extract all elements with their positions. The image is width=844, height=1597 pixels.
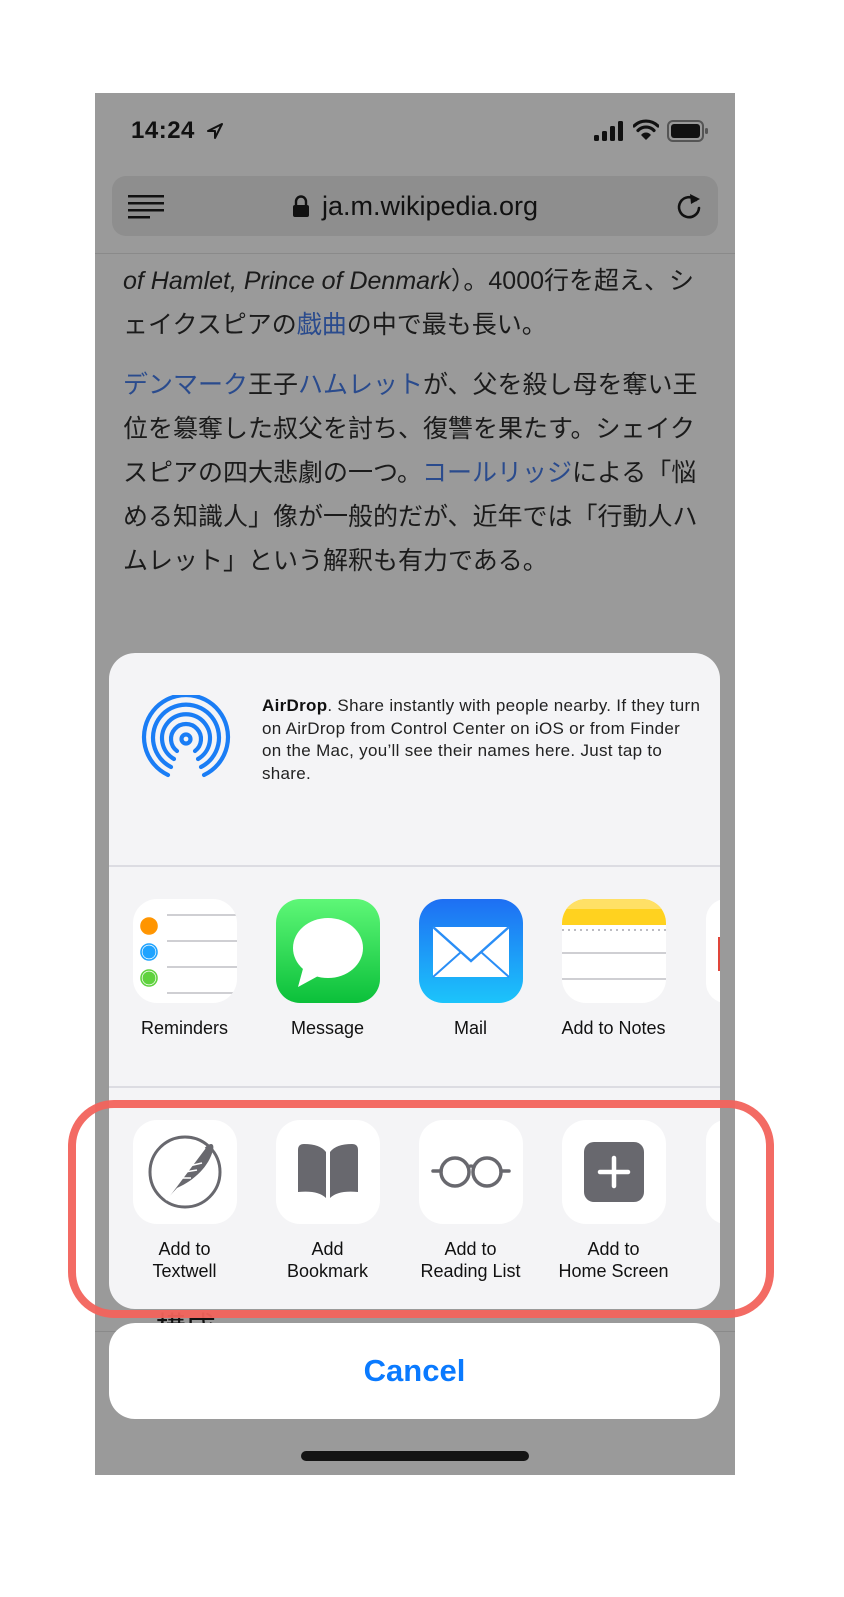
airdrop-title: AirDrop bbox=[262, 696, 328, 715]
article-link[interactable]: コールリッジ bbox=[422, 459, 572, 487]
phone-screen: 14:24 ja.m.wikipedia.org of Hamlet, Prin… bbox=[95, 93, 735, 1475]
app-label: Mail bbox=[453, 1018, 487, 1038]
status-bar: 14:24 bbox=[95, 93, 735, 173]
mail-icon bbox=[418, 899, 523, 1003]
article-link[interactable]: ハムレット bbox=[298, 371, 423, 399]
action-label: Add to Textwell bbox=[152, 1239, 217, 1281]
battery-icon bbox=[667, 120, 708, 142]
action-label: Add to Reading List bbox=[420, 1239, 521, 1281]
text-run: 王子 bbox=[248, 371, 299, 399]
app-label: Message bbox=[290, 1018, 365, 1038]
url-text[interactable]: ja.m.wikipedia.org bbox=[322, 191, 538, 222]
title-italic: of Hamlet, Prince of Denmark bbox=[123, 267, 451, 295]
bookmark-book-icon bbox=[275, 1120, 380, 1224]
reminders-icon bbox=[132, 899, 237, 1003]
airdrop-section: AirDrop. Share instantly with people nea… bbox=[109, 653, 720, 865]
app-label: Add to Notes bbox=[561, 1018, 666, 1038]
app-label: Reminders bbox=[140, 1018, 229, 1038]
home-indicator[interactable] bbox=[301, 1451, 529, 1461]
next-app-icon-edge bbox=[718, 937, 720, 971]
share-sheet: AirDrop. Share instantly with people nea… bbox=[109, 653, 720, 1309]
action-label: Add to Home Screen bbox=[558, 1239, 669, 1281]
article-link[interactable]: 戯曲 bbox=[297, 311, 347, 339]
article-link[interactable]: デンマーク bbox=[123, 371, 248, 399]
location-arrow-icon bbox=[207, 123, 223, 139]
wifi-icon bbox=[633, 119, 659, 140]
share-app-notes[interactable]: Add to Notes bbox=[542, 899, 685, 1039]
reload-icon[interactable] bbox=[674, 190, 704, 222]
share-app-mail[interactable]: Mail bbox=[399, 899, 542, 1039]
action-add-to-reading-list[interactable]: Add to Reading List bbox=[399, 1120, 542, 1282]
action-add-to-textwell[interactable]: Add to Textwell bbox=[113, 1120, 256, 1282]
share-actions-row[interactable]: Add to Textwell Add Bookmark Add to Read… bbox=[109, 1088, 720, 1308]
action-add-to-home-screen[interactable]: Add to Home Screen bbox=[542, 1120, 685, 1282]
add-to-home-screen-icon bbox=[561, 1120, 666, 1224]
share-app-reminders[interactable]: Reminders bbox=[113, 899, 256, 1039]
notes-icon bbox=[561, 899, 666, 1003]
toolbar-divider bbox=[95, 253, 735, 254]
cellular-signal-icon bbox=[594, 121, 623, 141]
messages-icon bbox=[275, 899, 380, 1003]
article-paragraph: デンマーク王子ハムレットが、父を殺し母を奪い王位を簒奪した叔父を討ち、復讐を果た… bbox=[123, 363, 713, 583]
share-app-message[interactable]: Message bbox=[256, 899, 399, 1039]
address-bar[interactable]: ja.m.wikipedia.org bbox=[112, 176, 718, 236]
airdrop-icon bbox=[141, 695, 231, 778]
action-label: Add Bookmark bbox=[286, 1239, 369, 1281]
action-next-peek[interactable] bbox=[706, 1120, 720, 1224]
article-paragraph: of Hamlet, Prince of Denmark）。4000行を超え、シ… bbox=[123, 259, 713, 347]
airdrop-description: AirDrop. Share instantly with people nea… bbox=[262, 695, 702, 785]
action-add-bookmark[interactable]: Add Bookmark bbox=[256, 1120, 399, 1282]
textwell-quill-icon bbox=[132, 1120, 237, 1224]
share-apps-row[interactable]: Reminders Message Mail Add to Notes bbox=[109, 867, 720, 1087]
airdrop-body: . Share instantly with people nearby. If… bbox=[262, 696, 701, 783]
cancel-button[interactable]: Cancel bbox=[109, 1323, 720, 1419]
lock-icon bbox=[292, 195, 309, 217]
article-body: of Hamlet, Prince of Denmark）。4000行を超え、シ… bbox=[123, 259, 713, 599]
text-run: の中で最も長い。 bbox=[346, 311, 547, 339]
status-time: 14:24 bbox=[131, 117, 195, 144]
reading-list-glasses-icon bbox=[418, 1120, 523, 1224]
